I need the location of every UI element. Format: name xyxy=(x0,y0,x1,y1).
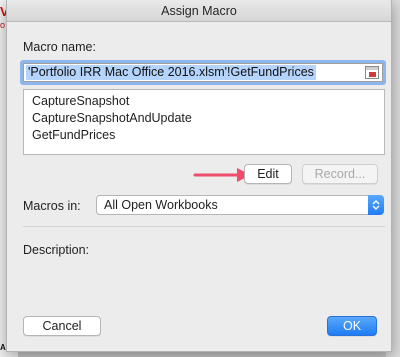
description-label: Description: xyxy=(23,243,89,257)
record-button[interactable]: Record... xyxy=(302,164,378,184)
up-down-chevron-icon[interactable] xyxy=(368,195,384,215)
macro-list[interactable]: CaptureSnapshot CaptureSnapshotAndUpdate… xyxy=(23,89,385,155)
cancel-button[interactable]: Cancel xyxy=(23,316,101,336)
macros-in-label: Macros in: xyxy=(23,199,81,213)
macro-list-item[interactable]: CaptureSnapshotAndUpdate xyxy=(24,110,384,126)
ok-button[interactable]: OK xyxy=(327,316,377,336)
background-red-text-2: o xyxy=(0,20,6,30)
macro-list-item[interactable]: CaptureSnapshot xyxy=(24,93,384,109)
macros-in-select[interactable]: All Open Workbooks xyxy=(96,195,384,215)
macro-name-field[interactable]: 'Portfolio IRR Mac Office 2016.xlsm'!Get… xyxy=(23,63,383,82)
cell-reference-icon[interactable] xyxy=(365,66,379,79)
dialog-title: Assign Macro xyxy=(7,0,391,22)
divider xyxy=(23,226,385,227)
macro-name-label: Macro name: xyxy=(23,40,96,54)
macros-in-value: All Open Workbooks xyxy=(104,198,218,212)
macro-list-item[interactable]: GetFundPrices xyxy=(24,127,384,143)
macro-name-value: 'Portfolio IRR Mac Office 2016.xlsm'!Get… xyxy=(26,65,316,80)
assign-macro-dialog: Assign Macro Macro name: 'Portfolio IRR … xyxy=(6,0,392,352)
edit-button[interactable]: Edit xyxy=(244,164,292,184)
